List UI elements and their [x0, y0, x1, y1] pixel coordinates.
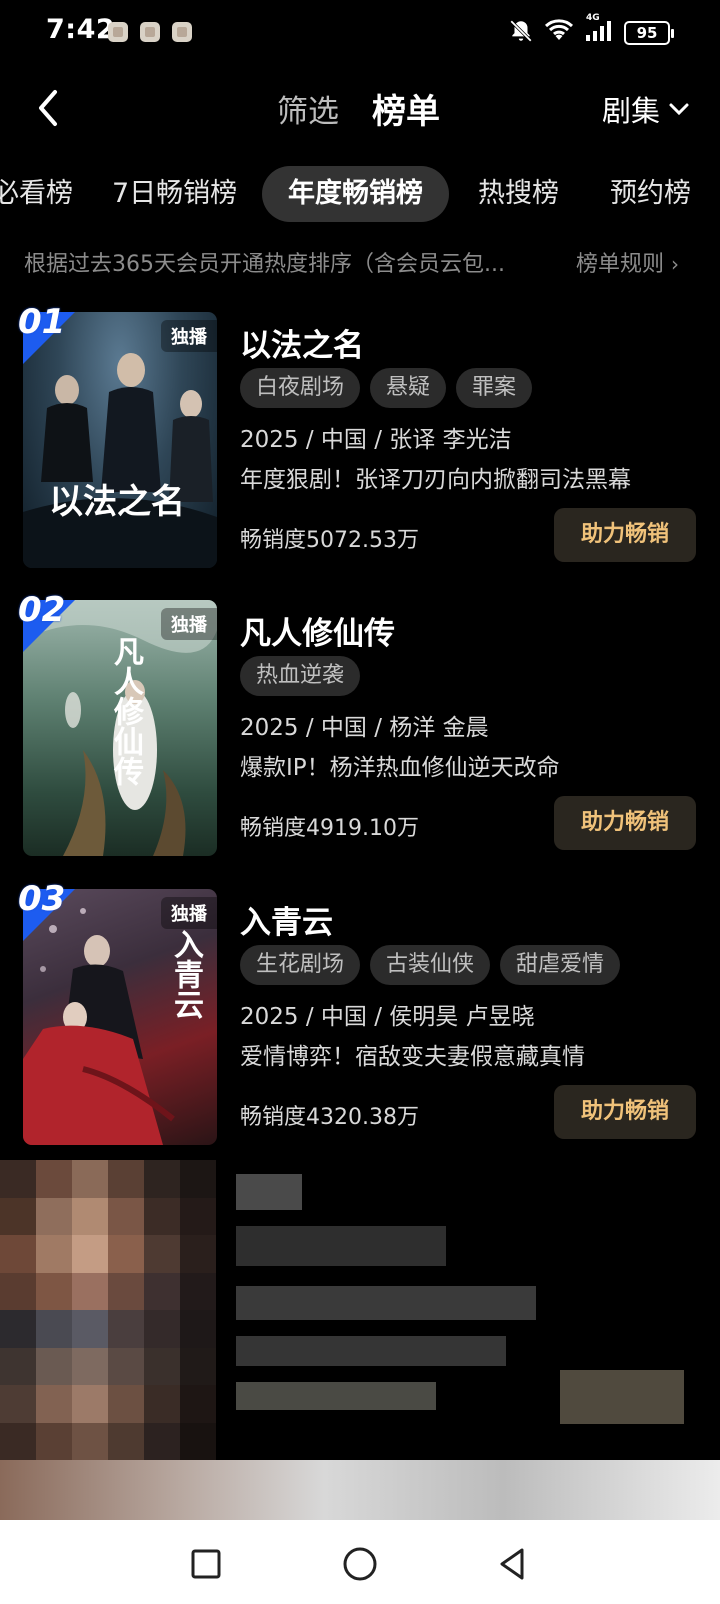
pixelated-tags	[236, 1226, 446, 1266]
mute-icon	[508, 18, 534, 48]
poster-title: 凡人修仙传	[108, 636, 143, 786]
rank-tabs: 必看榜 7日畅销榜 年度畅销榜 热搜榜 预约榜	[0, 166, 720, 226]
boost-sales-button[interactable]: 助力畅销	[554, 1085, 696, 1139]
filter-tab[interactable]: 筛选	[277, 86, 339, 131]
ranking-tab[interactable]: 榜单	[372, 84, 440, 133]
poster-title: 以法之名	[49, 482, 185, 522]
battery-icon: 95	[624, 21, 674, 45]
tab-7day-sales[interactable]: 7日畅销榜	[112, 166, 237, 222]
show-meta: 2025 / 中国 / 杨洋 金晨	[240, 715, 489, 741]
triangle-icon	[500, 1548, 524, 1580]
notification-icon	[140, 22, 160, 42]
boost-sales-button[interactable]: 助力畅销	[554, 796, 696, 850]
pixelated-button	[560, 1370, 684, 1424]
chevron-down-icon	[669, 103, 689, 116]
ranking-description: 根据过去365天会员开通热度排序（含会员云包...	[24, 252, 505, 277]
tag-list: 热血逆袭	[240, 656, 361, 696]
pixelated-meta	[236, 1286, 536, 1320]
recent-apps-button[interactable]	[184, 1542, 228, 1586]
tag-list: 白夜剧场 悬疑 罪案	[240, 368, 533, 408]
chevron-left-icon	[39, 90, 57, 126]
exclusive-badge: 独播	[161, 608, 217, 640]
tab-reservation[interactable]: 预约榜	[610, 166, 691, 222]
tag[interactable]: 古装仙侠	[370, 945, 491, 985]
tag[interactable]: 甜虐爱情	[500, 945, 621, 985]
show-title[interactable]: 入青云	[240, 897, 333, 942]
rank-number: 01	[18, 302, 66, 342]
wifi-icon	[544, 19, 574, 47]
sales-heat: 畅销度4320.38万	[240, 1105, 419, 1130]
pixelated-title	[236, 1174, 302, 1210]
tab-must-watch[interactable]: 必看榜	[0, 166, 73, 222]
back-button[interactable]	[30, 84, 66, 132]
show-meta: 2025 / 中国 / 侯明昊 卢昱晓	[240, 1004, 535, 1030]
tag[interactable]: 热血逆袭	[240, 656, 361, 696]
exclusive-badge: 独播	[161, 320, 217, 352]
show-blurb: 年度狠剧！张译刀刃向内掀翻司法黑幕	[240, 467, 631, 493]
show-meta: 2025 / 中国 / 张译 李光洁	[240, 427, 512, 453]
tag[interactable]: 白夜剧场	[240, 368, 361, 408]
pixelated-blurb	[236, 1336, 506, 1366]
show-title[interactable]: 以法之名	[240, 320, 364, 365]
poster-title: 入青云	[168, 929, 203, 1019]
sales-heat: 畅销度5072.53万	[240, 528, 419, 553]
sales-heat: 畅销度4919.10万	[240, 816, 419, 841]
status-time: 7:42	[46, 14, 116, 45]
rules-link[interactable]: 榜单规则 ›	[576, 246, 679, 278]
notification-icon	[108, 22, 128, 42]
rank-number: 03	[18, 879, 66, 919]
tag[interactable]: 罪案	[456, 368, 533, 408]
pixelated-next-row	[0, 1460, 720, 1520]
boost-sales-button[interactable]: 助力畅销	[554, 508, 696, 562]
nav-back-button[interactable]	[490, 1542, 534, 1586]
network-type: 4G	[586, 13, 600, 23]
tab-annual-sales[interactable]: 年度畅销榜	[262, 166, 449, 222]
status-bar: 7:42 4G 95	[0, 0, 720, 66]
show-blurb: 爱情博弈！宿敌变夫妻假意藏真情	[240, 1044, 585, 1070]
circle-icon	[343, 1547, 377, 1581]
category-dropdown[interactable]: 剧集	[602, 88, 690, 130]
show-blurb: 爆款IP！杨洋热血修仙逆天改命	[240, 755, 560, 781]
status-icons: 4G 95	[508, 13, 674, 48]
home-button[interactable]	[338, 1542, 382, 1586]
square-icon	[191, 1549, 221, 1579]
system-nav-bar	[0, 1520, 720, 1604]
pixelated-heat	[236, 1382, 436, 1410]
pixelated-list-item	[0, 1160, 720, 1520]
notification-icon	[172, 22, 192, 42]
list-item[interactable]: 入青云 独播 03 入青云 生花剧场 古装仙侠 甜虐爱情 2025 / 中国 /…	[0, 879, 720, 1149]
list-item[interactable]: 凡人修仙传 独播 02 凡人修仙传 热血逆袭 2025 / 中国 / 杨洋 金晨…	[0, 590, 720, 860]
chevron-right-icon: ›	[671, 252, 680, 276]
category-label: 剧集	[601, 94, 660, 128]
pixelated-poster	[0, 1160, 216, 1460]
tag[interactable]: 悬疑	[370, 368, 447, 408]
tag[interactable]: 生花剧场	[240, 945, 361, 985]
header: 筛选 榜单 剧集	[0, 66, 720, 150]
rules-label: 榜单规则	[576, 252, 665, 277]
show-title[interactable]: 凡人修仙传	[240, 608, 395, 653]
list-item[interactable]: 以法之名 独播 01 以法之名 白夜剧场 悬疑 罪案 2025 / 中国 / 张…	[0, 302, 720, 572]
tab-hot-search[interactable]: 热搜榜	[478, 166, 559, 222]
tag-list: 生花剧场 古装仙侠 甜虐爱情	[240, 945, 621, 985]
exclusive-badge: 独播	[161, 897, 217, 929]
signal-icon: 4G	[584, 13, 614, 47]
rank-number: 02	[18, 590, 66, 630]
